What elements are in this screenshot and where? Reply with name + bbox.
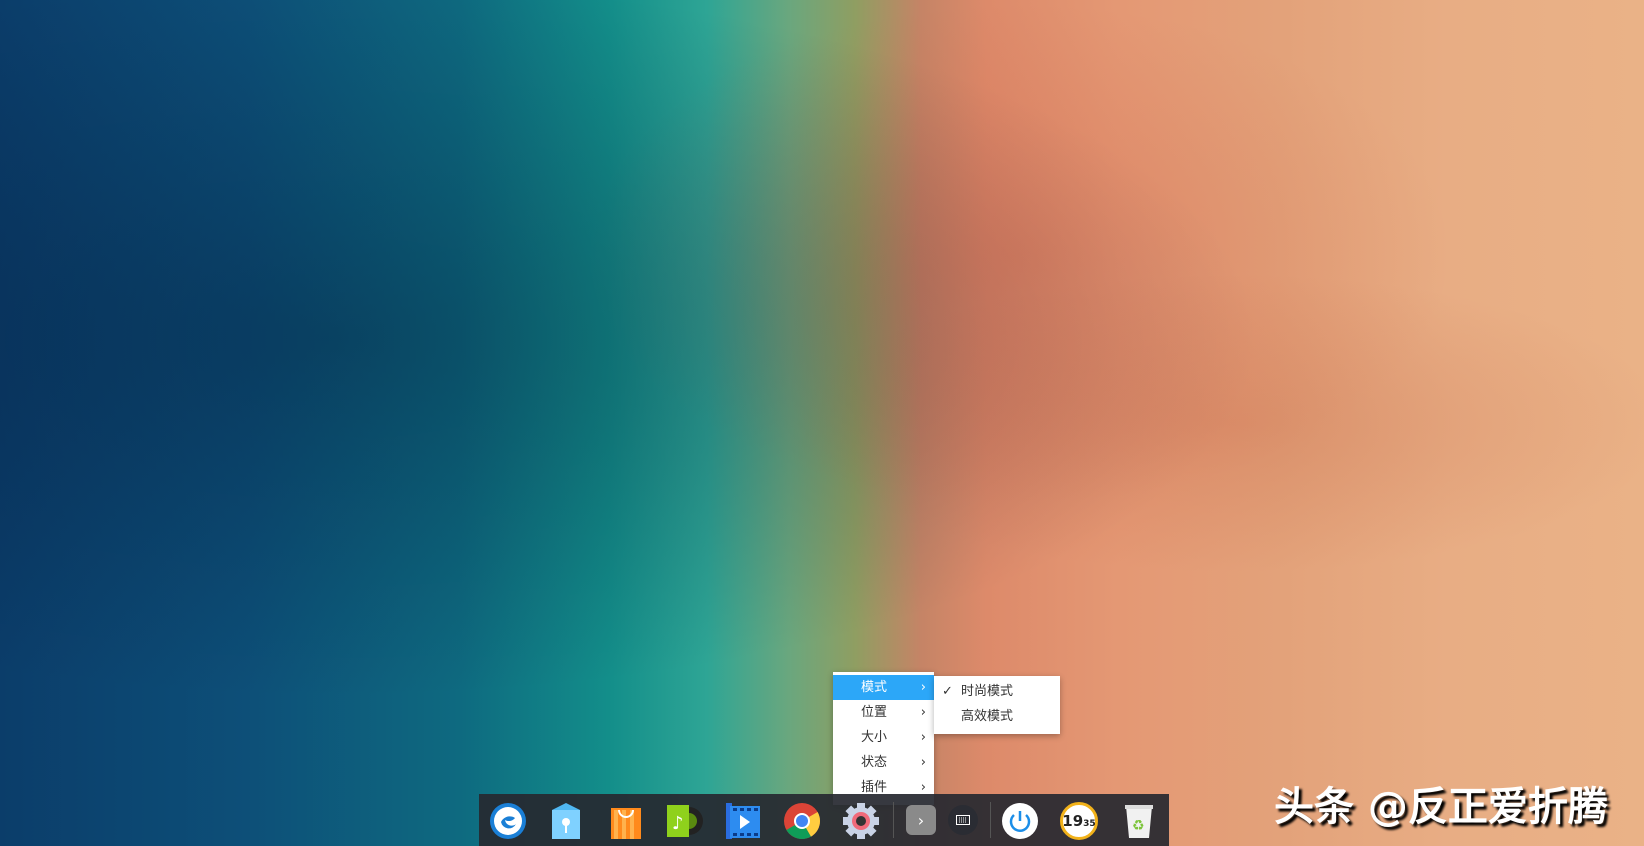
submenu-item-fashion-mode[interactable]: ✓ 时尚模式 — [934, 679, 1060, 704]
tray-expand-button[interactable]: › — [906, 805, 936, 835]
watermark: 头条 @反正爱折腾 — [1274, 784, 1608, 830]
check-icon: ✓ — [942, 684, 953, 699]
clock-minute: 35 — [1083, 818, 1096, 829]
mode-submenu: ✓ 时尚模式 高效模式 — [934, 676, 1060, 734]
svg-text:♻: ♻ — [1132, 818, 1145, 834]
clock-hour: 19 — [1062, 812, 1084, 830]
dock-separator — [990, 802, 991, 838]
desktop-wallpaper — [0, 0, 1644, 846]
settings-icon[interactable] — [841, 801, 881, 841]
app-store-icon[interactable] — [606, 801, 646, 841]
chevron-right-icon: › — [920, 730, 926, 745]
file-manager-icon[interactable] — [546, 801, 586, 841]
menu-item-mode[interactable]: 模式 › — [833, 675, 934, 700]
music-icon[interactable]: ♪ — [664, 801, 704, 841]
chevron-right-icon: › — [920, 755, 926, 770]
svg-text:♪: ♪ — [672, 813, 684, 834]
menu-label: 时尚模式 — [961, 684, 1014, 699]
menu-label: 状态 — [861, 755, 888, 770]
menu-label: 高效模式 — [961, 709, 1014, 724]
menu-label: 位置 — [861, 705, 888, 720]
submenu-item-efficient-mode[interactable]: 高效模式 — [934, 704, 1060, 729]
chevron-right-icon: › — [920, 680, 926, 695]
menu-label: 插件 — [861, 780, 888, 795]
menu-item-size[interactable]: 大小 › — [833, 725, 934, 750]
power-icon[interactable] — [1000, 801, 1040, 841]
trash-icon[interactable]: ♻ — [1119, 801, 1159, 841]
dock-separator — [893, 802, 894, 838]
clock-icon[interactable]: 19 35 — [1059, 801, 1099, 841]
menu-item-position[interactable]: 位置 › — [833, 700, 934, 725]
video-player-icon[interactable] — [723, 801, 763, 841]
launcher-icon[interactable] — [488, 801, 528, 841]
dock: ♪ › 19 35 ♻ — [479, 794, 1169, 846]
chrome-icon[interactable] — [782, 801, 822, 841]
menu-label: 大小 — [861, 730, 888, 745]
keyboard-icon[interactable] — [948, 805, 978, 835]
menu-label: 模式 — [861, 680, 888, 695]
dock-context-menu: 模式 › 位置 › 大小 › 状态 › 插件 › — [833, 672, 934, 805]
chevron-right-icon: › — [920, 705, 926, 720]
menu-item-status[interactable]: 状态 › — [833, 750, 934, 775]
